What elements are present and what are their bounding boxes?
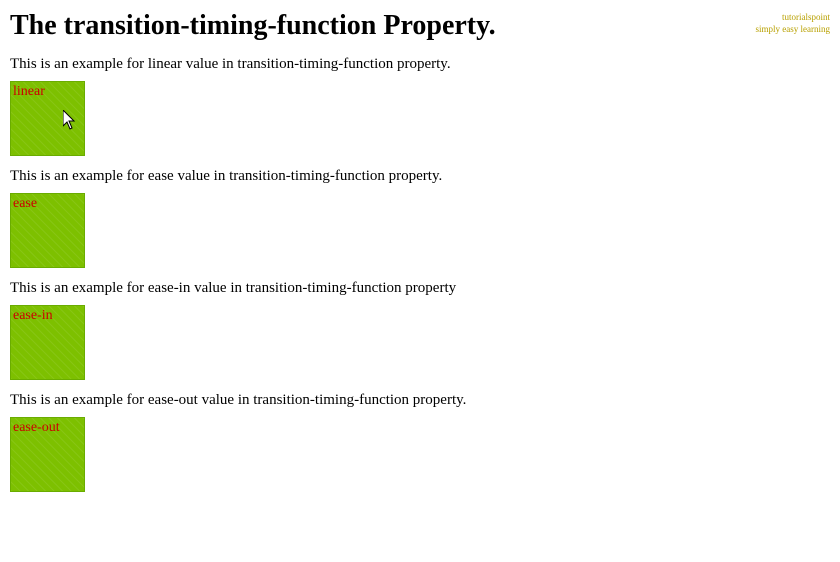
box-label-ease-out: ease-out [13, 420, 60, 436]
box-label-linear: linear [13, 84, 45, 100]
box-label-ease: ease [13, 196, 37, 212]
description-ease: This is an example for ease value in tra… [10, 168, 830, 185]
description-ease-in: This is an example for ease-in value in … [10, 280, 830, 297]
section-ease-in: This is an example for ease-in value in … [10, 280, 830, 380]
section-ease: This is an example for ease value in tra… [10, 168, 830, 268]
cursor-icon [63, 110, 77, 128]
demo-box-ease-in[interactable]: ease-in [10, 305, 85, 380]
demo-box-linear[interactable]: linear [10, 81, 85, 156]
page-title: The transition-timing-function Property. [10, 10, 830, 42]
section-ease-out: This is an example for ease-out value in… [10, 392, 830, 492]
section-linear: This is an example for linear value in t… [10, 56, 830, 156]
box-label-ease-in: ease-in [13, 308, 53, 324]
watermark: tutorialspoint simply easy learning [756, 12, 830, 35]
demo-box-ease-out[interactable]: ease-out [10, 417, 85, 492]
description-ease-out: This is an example for ease-out value in… [10, 392, 830, 409]
description-linear: This is an example for linear value in t… [10, 56, 830, 73]
demo-box-ease[interactable]: ease [10, 193, 85, 268]
